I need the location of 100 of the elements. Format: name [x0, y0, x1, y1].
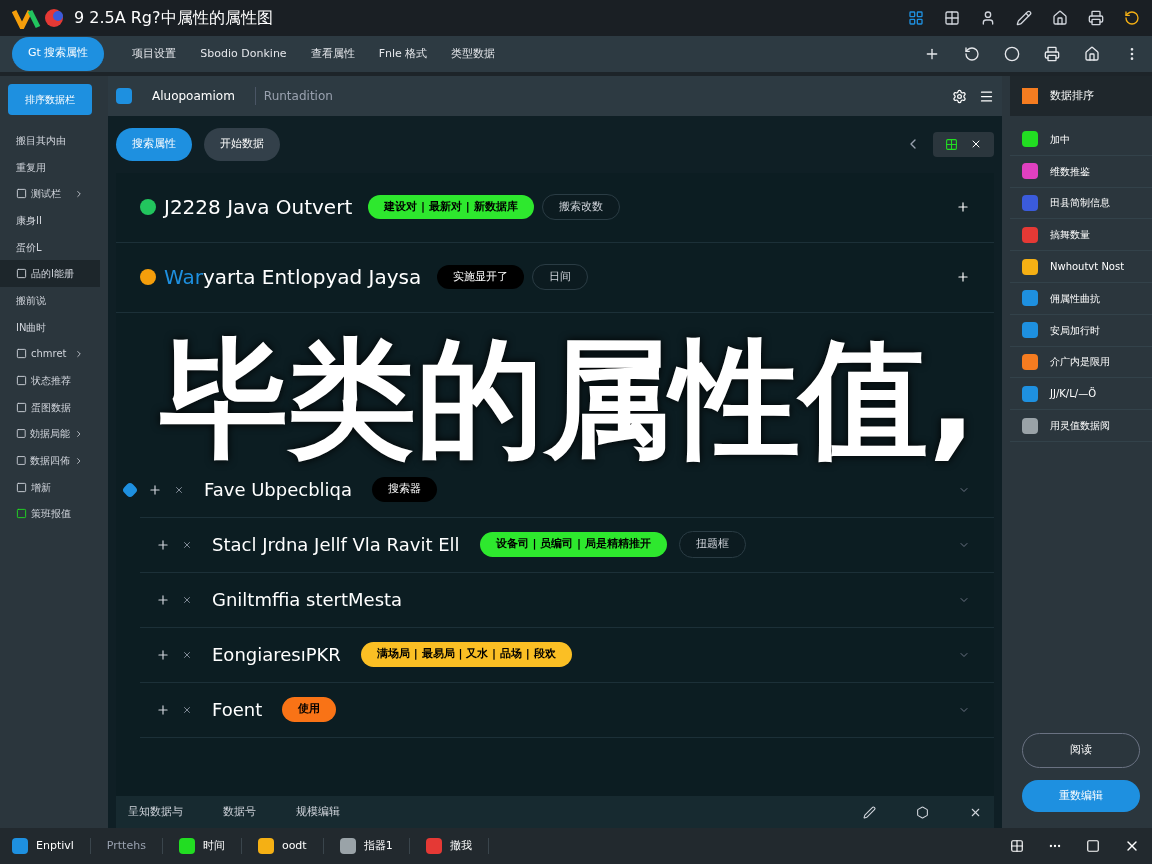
square-icon [16, 188, 27, 200]
sidebar-item[interactable]: 品的I能册 [0, 260, 100, 288]
square-icon [16, 268, 27, 280]
panel-item[interactable]: 加中 [1010, 124, 1152, 156]
plus-icon[interactable] [148, 482, 162, 497]
row-title: Gniltmffia stertMesta [212, 588, 403, 612]
plus-icon[interactable] [156, 592, 170, 607]
nav-tab[interactable]: 项目设置 [120, 37, 189, 71]
plus-icon[interactable] [956, 200, 970, 214]
square-icon [16, 401, 27, 413]
settings-icon[interactable] [952, 88, 967, 104]
taskbar-item[interactable]: Prttehs [106, 837, 163, 855]
sidebar-item[interactable]: 蛋价L [0, 233, 100, 261]
grid-icon[interactable] [1010, 839, 1024, 853]
square-icon [16, 481, 27, 493]
square-icon [16, 455, 27, 467]
hexagon-icon[interactable] [916, 805, 929, 819]
square-icon [16, 348, 27, 360]
sidebar-item[interactable]: 搬前说 [0, 287, 100, 314]
tag: 日间 [532, 263, 589, 291]
panel-item[interactable]: 佣属性曲抗 [1010, 283, 1152, 315]
tag: 设备司 | 员编司 | 局是精精推开 [479, 532, 667, 557]
grid-icon [945, 137, 958, 151]
row-title: Waryarta Entlopyad Jaysa [164, 264, 422, 291]
plus-icon[interactable] [156, 702, 170, 717]
panel-item[interactable]: 搞舞数量 [1010, 219, 1152, 252]
plus-icon[interactable] [156, 647, 170, 662]
panel-item[interactable]: 用灵值数据阅 [1010, 410, 1152, 442]
sidebar-item[interactable]: 蛋图数据 [0, 393, 100, 421]
refresh-icon[interactable] [1124, 10, 1140, 26]
table-icon[interactable] [944, 10, 960, 26]
tag: 使用 [282, 697, 337, 722]
window-title: 9 2.5A Rg?中属性的属性图 [74, 7, 273, 29]
user-icon[interactable] [980, 10, 996, 26]
tag: 实施显开了 [437, 264, 525, 290]
row-title: EongiaresıPKR [212, 643, 341, 667]
nav-tab[interactable]: Fnle 格式 [366, 37, 440, 71]
menu-icon[interactable] [979, 88, 994, 104]
tag: 建设对 | 最新对 | 新数据库 [368, 194, 534, 220]
header-tab[interactable]: Aluopoamiom [144, 87, 243, 105]
nav-tab[interactable]: Sbodio Donkine [188, 37, 299, 71]
square-icon [16, 508, 27, 520]
pencil-icon[interactable] [1016, 10, 1032, 26]
view-toggle[interactable] [933, 131, 994, 157]
sidebar-item[interactable]: 状态推荐 [0, 367, 100, 394]
window-icon[interactable] [1086, 839, 1100, 853]
footer-text: 数据号 [223, 803, 256, 820]
chevron-icon [74, 348, 84, 359]
square-icon [16, 428, 27, 440]
footer-text: 呈知数据与 [128, 803, 183, 820]
panel-item[interactable]: 介广内是限用 [1010, 346, 1152, 379]
sidebar-item[interactable]: 测试栏 [0, 180, 100, 208]
sidebar-item[interactable]: chmret [0, 340, 100, 368]
row-title: J2228 Java Outvert [164, 194, 353, 221]
plus-icon[interactable] [956, 270, 970, 284]
row-title: Foent [212, 698, 263, 722]
panel-item[interactable]: JJ/K/L/—Ö [1010, 378, 1152, 411]
sidebar-item[interactable]: 增新 [0, 473, 100, 501]
nav-tab[interactable]: 类型数据 [439, 37, 508, 71]
taskbar-item[interactable]: oodt [257, 837, 324, 855]
tag: 搜索器 [372, 477, 438, 502]
sidebar-item[interactable]: IN曲时 [0, 313, 100, 341]
footer-text: 规模编辑 [296, 803, 340, 820]
home-icon[interactable] [1084, 46, 1100, 62]
circle-icon[interactable] [1004, 46, 1020, 62]
plus-icon[interactable] [156, 537, 170, 552]
taskbar-item[interactable]: 时间 [178, 837, 242, 855]
header-tab[interactable]: Runtadition [254, 87, 341, 105]
plus-icon[interactable] [924, 46, 940, 62]
printer-icon[interactable] [1044, 46, 1060, 62]
undo-icon[interactable] [964, 46, 980, 62]
action-button[interactable]: 开始数据 [204, 128, 280, 161]
panel-icon [1022, 88, 1038, 104]
panel-item[interactable]: 田县简制信息 [1010, 187, 1152, 220]
nav-tab[interactable]: 查看属性 [298, 37, 367, 71]
sidebar-item[interactable]: 数据四佈 [0, 447, 100, 474]
sidebar-item[interactable]: 策班报值 [0, 500, 100, 528]
taskbar-item[interactable]: 指器1 [339, 837, 410, 855]
taskbar-item[interactable]: Enptivl [12, 837, 91, 855]
panel-title: 数据排序 [1050, 87, 1094, 104]
panel-item[interactable]: Nwhoutvt Nost [1010, 251, 1152, 283]
logo-icon [12, 7, 66, 29]
app-icon [116, 88, 132, 104]
tag: 扭题框 [678, 531, 746, 558]
grid-icon[interactable] [908, 10, 924, 26]
sidebar-item[interactable]: 重复用 [0, 153, 100, 181]
taskbar-item[interactable]: 撤我 [425, 837, 489, 855]
caption-text: 毕类的属性值, [160, 335, 977, 463]
panel-item[interactable]: 安局加行时 [1010, 314, 1152, 347]
sidebar-item[interactable]: 康身II [0, 207, 100, 234]
home-icon[interactable] [1052, 10, 1068, 26]
tag: 满场局 | 最易局 | 又水 | 品场 | 段欢 [360, 642, 572, 667]
tag: 搬索改数 [541, 193, 620, 221]
pen-icon[interactable] [863, 805, 876, 819]
row-title: Fave Ubpecbliqa [204, 478, 353, 502]
chevron-icon [74, 188, 84, 199]
sidebar-item[interactable]: 搬目其内由 [0, 127, 100, 154]
panel-item[interactable]: 维数推鉴 [1010, 155, 1152, 188]
sidebar-item[interactable]: 効据局能 [0, 420, 100, 448]
printer-icon[interactable] [1088, 10, 1104, 26]
